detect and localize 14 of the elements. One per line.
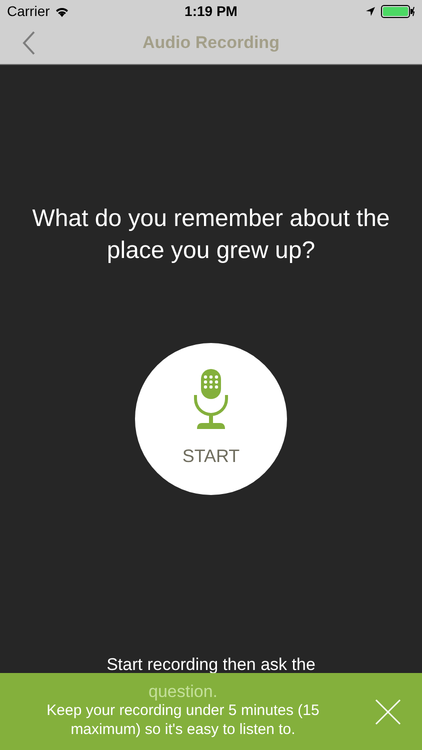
- start-record-button[interactable]: START: [135, 343, 287, 495]
- question-prompt: What do you remember about the place you grew up?: [31, 204, 391, 266]
- location-arrow-icon: [366, 6, 375, 16]
- wifi-icon: [54, 6, 69, 16]
- tip-message: Keep your recording under 5 minutes (15 maximum) so it's easy to listen to.: [46, 700, 320, 738]
- screen-title: Audio Recording: [142, 32, 280, 54]
- close-button[interactable]: [374, 698, 402, 726]
- status-time: 1:19 PM: [184, 2, 238, 20]
- instruction-text: Start recording then ask the: [106, 654, 316, 676]
- instruction-text: question.: [148, 682, 218, 700]
- chevron-left-icon: [22, 31, 36, 55]
- carrier-label: Carrier: [7, 2, 50, 20]
- battery-icon: [380, 4, 415, 18]
- close-icon: [375, 698, 401, 724]
